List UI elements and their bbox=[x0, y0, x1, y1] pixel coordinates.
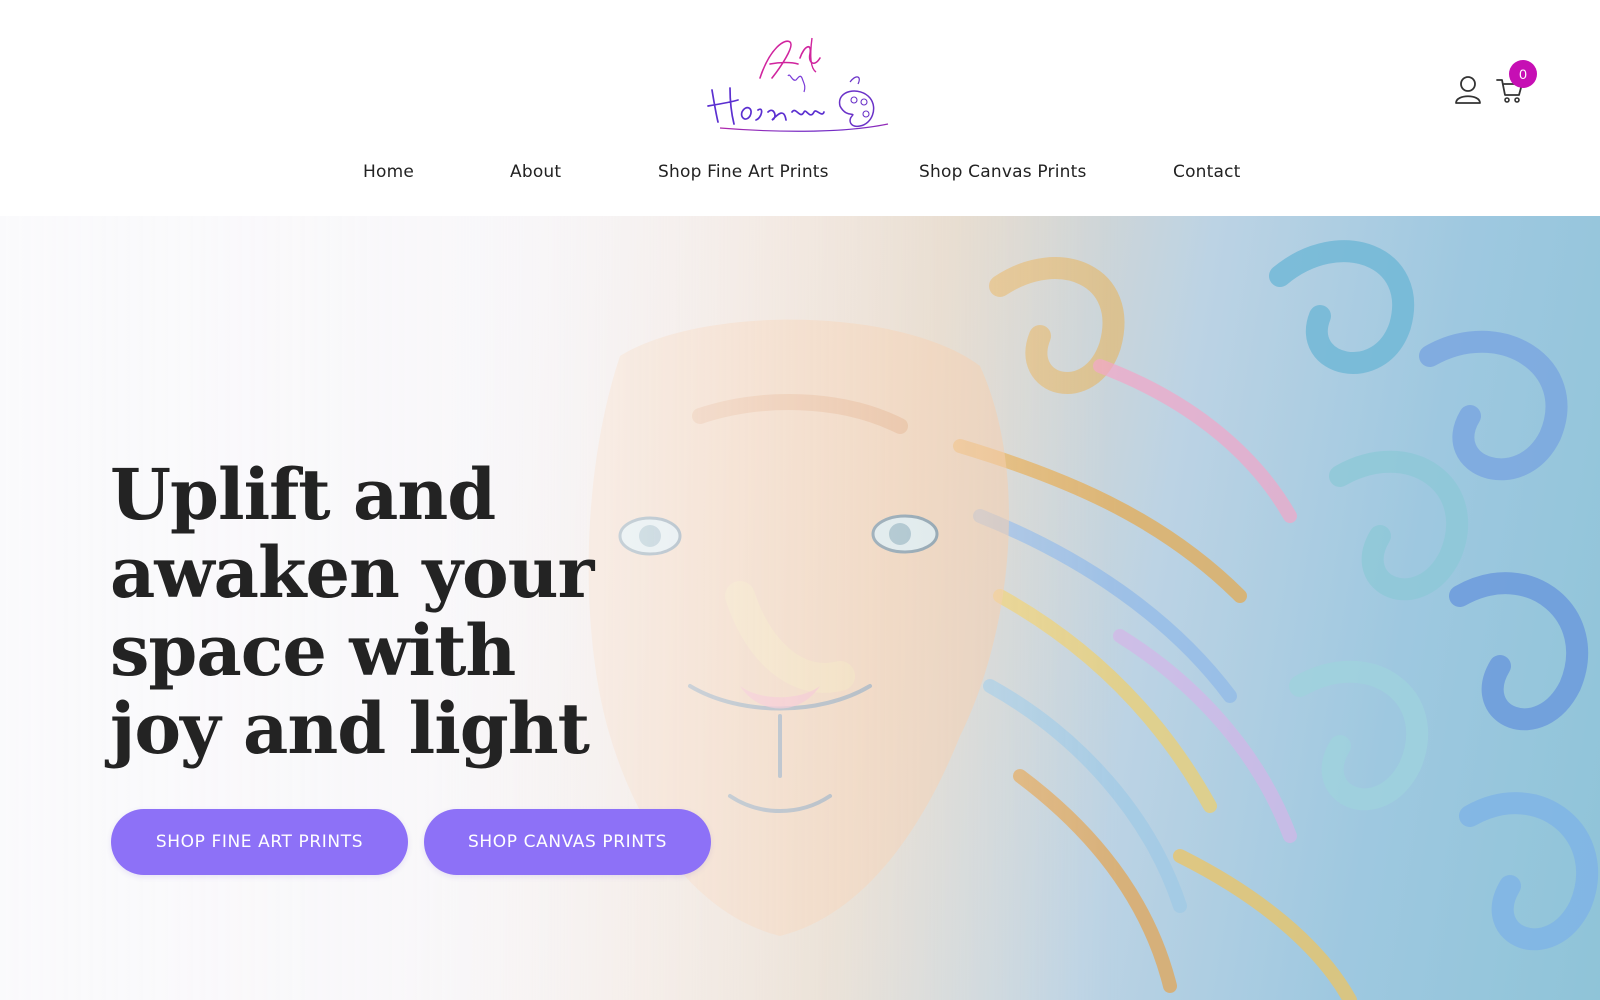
nav-item-contact[interactable]: Contact bbox=[1173, 162, 1241, 182]
hero-section: Uplift and awaken your space with joy an… bbox=[0, 216, 1600, 1000]
nav-item-shop-fine-art-prints[interactable]: Shop Fine Art Prints bbox=[658, 162, 829, 182]
hero-heading: Uplift and awaken your space with joy an… bbox=[110, 453, 594, 770]
logo-art bbox=[707, 37, 889, 132]
nav-item-home[interactable]: Home bbox=[363, 162, 414, 182]
main-nav: Home About Shop Fine Art Prints Shop Can… bbox=[0, 158, 1600, 194]
cart-count-badge: 0 bbox=[1509, 60, 1537, 88]
shop-fine-art-prints-button[interactable]: SHOP FINE ART PRINTS bbox=[111, 809, 408, 875]
site-logo[interactable] bbox=[700, 28, 900, 138]
site-header: 0 Home About Shop Fine Art Prints Shop C… bbox=[0, 0, 1600, 216]
shop-canvas-prints-button[interactable]: SHOP CANVAS PRINTS bbox=[424, 809, 711, 875]
palette-icon bbox=[838, 76, 875, 128]
nav-item-shop-canvas-prints[interactable]: Shop Canvas Prints bbox=[919, 162, 1087, 182]
nav-item-about[interactable]: About bbox=[510, 162, 561, 182]
user-icon[interactable] bbox=[1453, 74, 1483, 104]
header-actions: 0 bbox=[1445, 60, 1545, 110]
